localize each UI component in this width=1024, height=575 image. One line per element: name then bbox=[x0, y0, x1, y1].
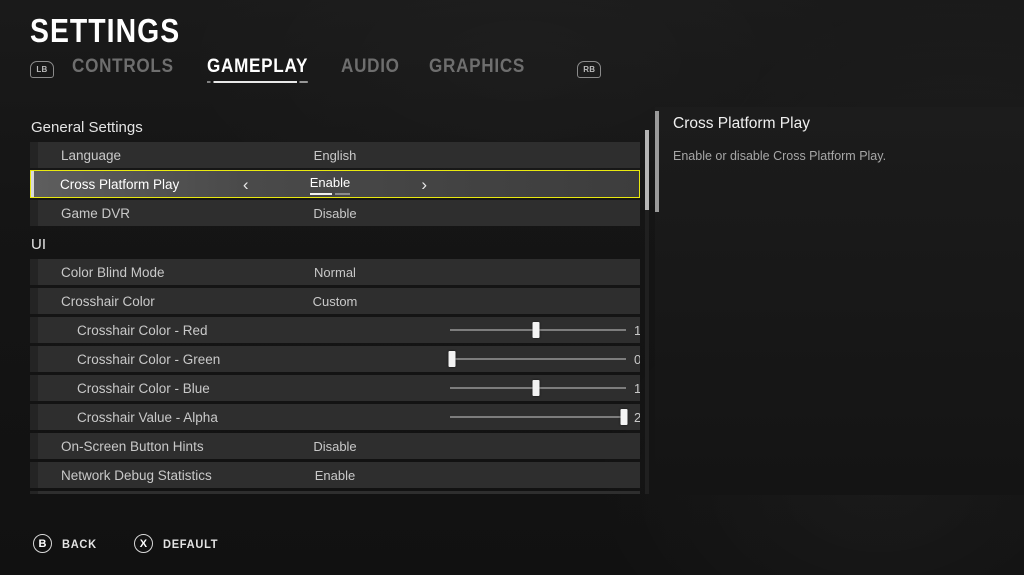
tab-bar: LB CONTROLS GAMEPLAY AUDIO GRAPHICS RB bbox=[30, 56, 601, 82]
slider-crosshair-green[interactable] bbox=[450, 346, 626, 372]
back-button-label: BACK bbox=[62, 537, 97, 551]
row-label: Crosshair Color - Blue bbox=[30, 381, 210, 396]
row-game-dvr[interactable]: Game DVR Disable bbox=[30, 200, 640, 226]
settings-list: General Settings Language English Cross … bbox=[30, 112, 640, 494]
row-label: Game DVR bbox=[30, 206, 130, 221]
slider-track bbox=[450, 416, 626, 418]
row-label: Crosshair Color bbox=[30, 294, 155, 309]
row-label: On-Screen Button Hints bbox=[30, 439, 204, 454]
row-cross-platform-play[interactable]: Cross Platform Play ‹ Enable › bbox=[30, 170, 640, 198]
row-value: English bbox=[30, 148, 640, 163]
group-header-general: General Settings bbox=[30, 112, 640, 142]
slider-knob[interactable] bbox=[533, 380, 540, 396]
info-panel: Cross Platform Play Enable or disable Cr… bbox=[655, 107, 1024, 495]
row-crosshair-color-red[interactable]: Crosshair Color - Red 125 bbox=[30, 317, 640, 343]
row-label: Crosshair Color - Green bbox=[30, 352, 220, 367]
row-language[interactable]: Language English bbox=[30, 142, 640, 168]
row-crosshair-value-alpha[interactable]: Crosshair Value - Alpha 255 bbox=[30, 404, 640, 430]
default-button-label: DEFAULT bbox=[163, 537, 218, 551]
list-scrollbar[interactable] bbox=[645, 130, 649, 494]
footer-hints: B BACK X DEFAULT bbox=[33, 534, 257, 553]
rb-bumper-icon[interactable]: RB bbox=[577, 61, 601, 78]
row-crosshair-color[interactable]: Crosshair Color Custom bbox=[30, 288, 640, 314]
value-underline-inactive bbox=[335, 193, 350, 195]
default-button[interactable]: X DEFAULT bbox=[134, 534, 223, 553]
slider-knob[interactable] bbox=[533, 322, 540, 338]
lb-bumper-icon[interactable]: LB bbox=[30, 61, 54, 78]
settings-screen: SETTINGS LB CONTROLS GAMEPLAY AUDIO GRAP… bbox=[0, 0, 1024, 575]
row-label: Crosshair Value - Alpha bbox=[30, 410, 218, 425]
row-label: Crosshair Color - Red bbox=[30, 323, 208, 338]
value-underline-active bbox=[310, 193, 332, 195]
row-value-text: Enable bbox=[310, 175, 350, 190]
row-crosshair-color-blue[interactable]: Crosshair Color - Blue 125 bbox=[30, 375, 640, 401]
page-title: SETTINGS bbox=[30, 12, 180, 50]
slider-crosshair-alpha[interactable] bbox=[450, 404, 626, 430]
row-color-blind-mode[interactable]: Color Blind Mode Normal bbox=[30, 259, 640, 285]
row-label: Color Blind Mode bbox=[30, 265, 165, 280]
slider-value: 125 bbox=[634, 323, 640, 338]
slider-knob[interactable] bbox=[621, 409, 628, 425]
slider-track bbox=[450, 358, 626, 360]
row-label: Language bbox=[30, 148, 121, 163]
x-button-icon: X bbox=[134, 534, 153, 553]
info-panel-accent-bar bbox=[655, 111, 659, 212]
tab-audio[interactable]: AUDIO bbox=[341, 56, 400, 83]
group-header-ui: UI bbox=[30, 229, 640, 259]
slider-knob[interactable] bbox=[448, 351, 455, 367]
back-button[interactable]: B BACK bbox=[33, 534, 100, 553]
list-scrollbar-thumb[interactable] bbox=[645, 130, 649, 210]
slider-value: 0 bbox=[634, 352, 640, 367]
tab-gameplay[interactable]: GAMEPLAY bbox=[207, 56, 308, 83]
chevron-left-icon[interactable]: ‹ bbox=[236, 176, 256, 193]
slider-crosshair-blue[interactable] bbox=[450, 375, 626, 401]
slider-crosshair-red[interactable] bbox=[450, 317, 626, 343]
info-panel-description: Enable or disable Cross Platform Play. bbox=[673, 148, 1003, 165]
row-crosshair-color-green[interactable]: Crosshair Color - Green 0 bbox=[30, 346, 640, 372]
tab-graphics[interactable]: GRAPHICS bbox=[429, 56, 525, 83]
row-on-screen-button-hints[interactable]: On-Screen Button Hints Disable bbox=[30, 433, 640, 459]
tab-gameplay-label: GAMEPLAY bbox=[207, 56, 308, 77]
b-button-icon: B bbox=[33, 534, 52, 553]
slider-value: 255 bbox=[634, 410, 640, 425]
row-network-debug-statistics[interactable]: Network Debug Statistics Enable bbox=[30, 462, 640, 488]
tab-controls[interactable]: CONTROLS bbox=[72, 56, 174, 83]
row-label: Network Debug Statistics bbox=[30, 468, 212, 483]
chevron-right-icon[interactable]: › bbox=[414, 176, 434, 193]
row-value-stepper: ‹ Enable › bbox=[31, 175, 639, 193]
row-value: Enable bbox=[310, 175, 350, 193]
row-next-partial[interactable] bbox=[30, 491, 640, 494]
tab-active-underline bbox=[207, 81, 308, 83]
info-panel-title: Cross Platform Play bbox=[673, 115, 810, 133]
slider-value: 125 bbox=[634, 381, 640, 396]
